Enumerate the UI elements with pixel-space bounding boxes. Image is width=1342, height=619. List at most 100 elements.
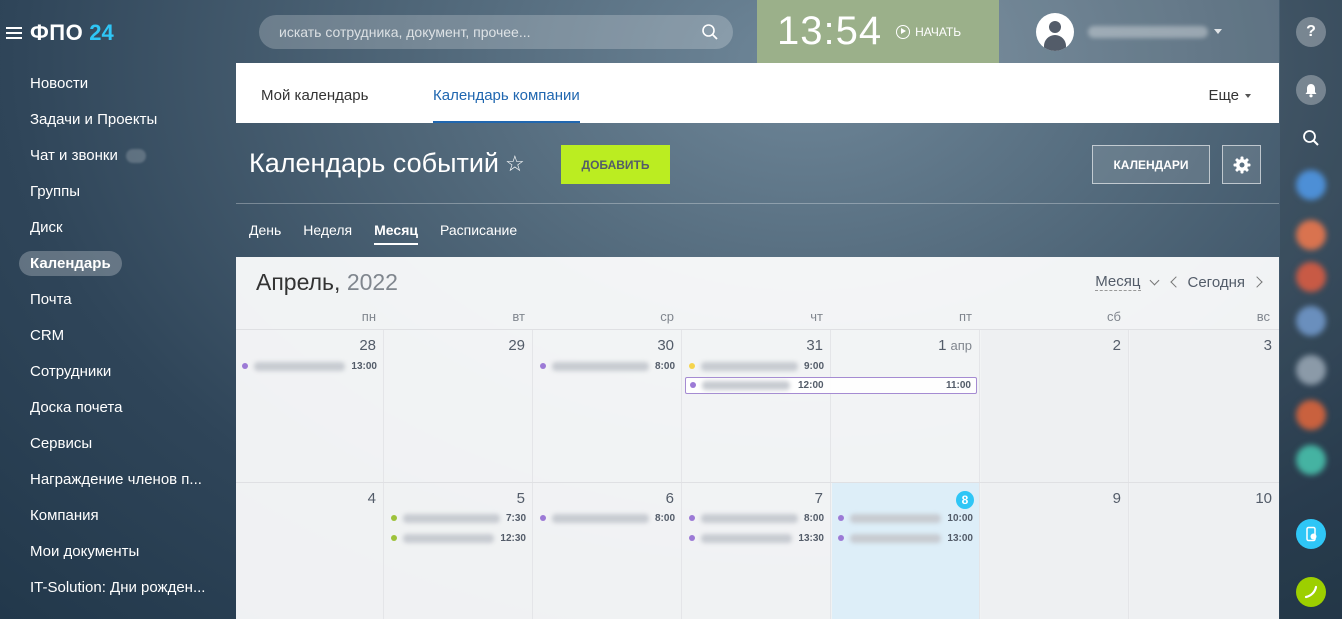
dow-mon: пн	[361, 309, 376, 324]
view-schedule[interactable]: Расписание	[440, 215, 517, 243]
sidebar-item-tasks[interactable]: Задачи и Проекты	[0, 102, 220, 138]
dow-wed: ср	[660, 309, 674, 324]
calendar-event[interactable]: 10:00	[838, 510, 973, 526]
sidebar-item-awards[interactable]: Награждение членов п...	[0, 462, 220, 498]
dow-tue: вт	[512, 309, 525, 324]
tab-my-calendar[interactable]: Мой календарь	[261, 63, 368, 123]
calendar-event[interactable]: 13:30	[689, 530, 824, 546]
calendar-event[interactable]: 13:00	[838, 530, 973, 546]
sidebar-item-mail[interactable]: Почта	[0, 282, 220, 318]
bell-icon[interactable]	[1296, 75, 1326, 105]
chevron-left-icon[interactable]	[1169, 276, 1182, 288]
view-month[interactable]: Месяц	[374, 215, 418, 245]
menu-icon[interactable]	[6, 27, 22, 39]
day-cell[interactable]: 5 7:30 12:30	[385, 483, 533, 619]
calendar-event-multiday[interactable]: 12:00 11:00	[685, 377, 977, 394]
search-icon[interactable]	[701, 23, 719, 41]
calendar-event[interactable]: 8:00	[689, 510, 824, 526]
day-cell[interactable]: 31 9:00	[683, 330, 831, 482]
chevron-right-icon[interactable]	[1251, 276, 1263, 288]
day-cell[interactable]: 7 8:00 13:30	[683, 483, 831, 619]
search-bar[interactable]	[259, 15, 733, 49]
sidebar-item-birthdays[interactable]: IT-Solution: Дни рожден...	[0, 570, 220, 606]
more-menu[interactable]: Еще	[1208, 63, 1251, 129]
user-menu[interactable]	[999, 0, 1279, 63]
sidebar-item-news[interactable]: Новости	[0, 66, 220, 102]
day-cell[interactable]: 3	[1130, 330, 1279, 482]
calendar-event[interactable]: 13:00	[242, 358, 377, 374]
sidebar-item-employees[interactable]: Сотрудники	[0, 354, 220, 390]
phone-icon[interactable]	[1296, 519, 1326, 549]
day-cell[interactable]: 1 апр	[832, 330, 980, 482]
sidebar-item-chat[interactable]: Чат и звонки	[0, 138, 220, 174]
day-number: 30	[657, 337, 674, 354]
view-day[interactable]: День	[249, 215, 281, 243]
calendar-event[interactable]: 7:30	[391, 510, 526, 526]
day-number: 5	[516, 490, 525, 507]
start-workday-button[interactable]: НАЧАТЬ	[896, 24, 961, 39]
chevron-down-icon[interactable]	[1214, 29, 1222, 34]
sidebar-item-services[interactable]: Сервисы	[0, 426, 220, 462]
avatar[interactable]	[1296, 445, 1326, 475]
counter-badge	[125, 149, 146, 164]
event-dot	[690, 382, 696, 388]
calendar-event[interactable]: 12:30	[391, 530, 526, 546]
event-time: 13:30	[798, 532, 824, 544]
avatar[interactable]	[1296, 355, 1326, 385]
phone-icon[interactable]	[1296, 577, 1326, 607]
event-time: 8:00	[654, 512, 675, 524]
search-icon[interactable]	[1296, 123, 1326, 153]
event-time: 8:00	[803, 512, 824, 524]
day-number: 9	[1112, 490, 1121, 507]
add-button[interactable]: ДОБАВИТЬ	[561, 145, 670, 184]
avatar[interactable]	[1036, 12, 1074, 51]
event-time: 10:00	[947, 512, 973, 524]
day-number: 28	[359, 337, 376, 354]
day-cell[interactable]: 9	[981, 483, 1129, 619]
calendar-event[interactable]: 8:00	[540, 358, 675, 374]
avatar[interactable]	[1296, 220, 1326, 250]
avatar[interactable]	[1296, 170, 1326, 200]
user-name-blurred[interactable]	[1088, 25, 1208, 38]
avatar[interactable]	[1296, 306, 1326, 336]
day-cell[interactable]: 28 13:00	[236, 330, 384, 482]
mode-select[interactable]: Месяц	[1095, 273, 1141, 291]
sidebar-item-honor-board[interactable]: Доска почета	[0, 390, 220, 426]
day-cell[interactable]: 4	[236, 483, 384, 619]
search-input[interactable]	[259, 23, 701, 41]
avatar[interactable]	[1296, 400, 1326, 430]
sidebar-item-groups[interactable]: Группы	[0, 174, 220, 210]
day-cell[interactable]: 2	[981, 330, 1129, 482]
star-icon[interactable]: ☆	[505, 151, 525, 177]
chevron-down-icon[interactable]	[1149, 275, 1159, 285]
day-cell[interactable]: 6 8:00	[534, 483, 682, 619]
work-day-clock[interactable]: 13:54 НАЧАТЬ	[757, 0, 999, 63]
settings-button[interactable]	[1222, 145, 1261, 184]
day-cell-today[interactable]: 8 10:00 13:00	[832, 483, 980, 619]
divider	[236, 203, 1279, 204]
sidebar-item-crm[interactable]: CRM	[0, 318, 220, 354]
dow-sun: вс	[1256, 309, 1270, 324]
view-week[interactable]: Неделя	[303, 215, 352, 243]
gear-icon	[1233, 156, 1250, 173]
page-title: Календарь событий ☆	[249, 148, 525, 179]
today-button[interactable]: Сегодня	[1188, 274, 1246, 291]
clock-time: 13:54	[777, 9, 883, 53]
sidebar-item-calendar[interactable]: Календарь	[0, 246, 220, 282]
event-time: 13:00	[351, 360, 377, 372]
tab-company-calendar[interactable]: Календарь компании	[433, 63, 580, 123]
day-cell[interactable]: 29	[385, 330, 533, 482]
help-icon[interactable]: ?	[1296, 17, 1326, 47]
sidebar-item-company[interactable]: Компания	[0, 498, 220, 534]
chevron-down-icon	[1245, 94, 1251, 99]
calendar-event[interactable]: 8:00	[540, 510, 675, 526]
calendar-event[interactable]: 9:00	[689, 358, 824, 374]
calendar-month-title: Апрель, 2022	[256, 269, 398, 296]
calendars-button[interactable]: КАЛЕНДАРИ	[1092, 145, 1210, 184]
day-cell[interactable]: 30 8:00	[534, 330, 682, 482]
day-cell[interactable]: 10	[1130, 483, 1279, 619]
sidebar-item-my-documents[interactable]: Мои документы	[0, 534, 220, 570]
avatar[interactable]	[1296, 262, 1326, 292]
sidebar-item-disk[interactable]: Диск	[0, 210, 220, 246]
logo[interactable]: ФПО 24	[6, 18, 114, 48]
